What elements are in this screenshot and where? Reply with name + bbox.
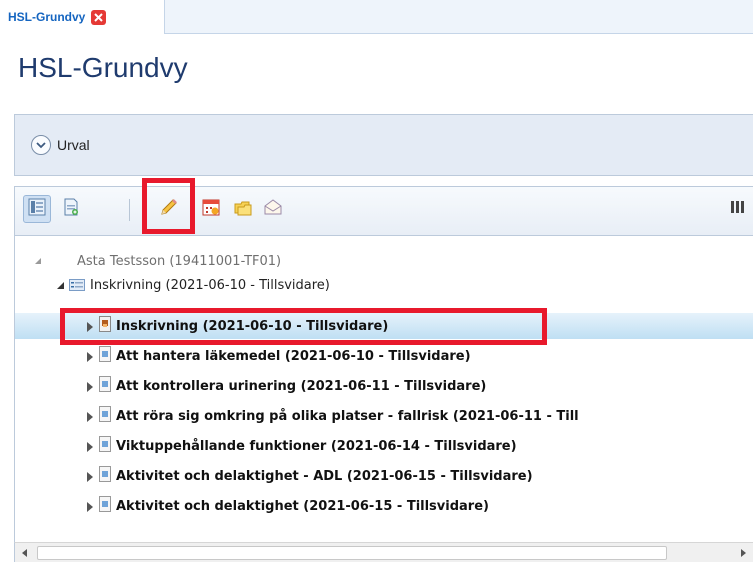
document-view-button[interactable] bbox=[57, 195, 85, 223]
tab-hsl-grundvy[interactable]: HSL-Grundvy bbox=[0, 0, 165, 34]
tree-node-patient[interactable]: Asta Testsson (19411001-TF01) bbox=[15, 248, 753, 274]
document-icon bbox=[99, 346, 111, 366]
tree-node-child[interactable]: Att kontrollera urinering (2021-06-11 - … bbox=[15, 373, 753, 399]
document-lock-icon bbox=[99, 316, 111, 336]
collapsed-arrow-icon[interactable] bbox=[83, 439, 97, 453]
list-view-button[interactable] bbox=[23, 195, 51, 223]
tree-node-label: Aktivitet och delaktighet (2021-06-15 - … bbox=[116, 498, 489, 514]
tree-node-label: Inskrivning (2021-06-10 - Tillsvidare) bbox=[116, 318, 389, 334]
tree-node-child[interactable]: Viktuppehållande funktioner (2021-06-14 … bbox=[15, 433, 753, 459]
journal-list-icon bbox=[69, 276, 85, 295]
expanded-arrow-icon[interactable] bbox=[53, 278, 67, 292]
tab-strip: HSL-Grundvy bbox=[0, 0, 753, 34]
filter-panel: Urval bbox=[14, 114, 753, 176]
document-icon bbox=[99, 406, 111, 426]
tree-node-child[interactable]: Att hantera läkemedel (2021-06-10 - Till… bbox=[15, 343, 753, 369]
envelope-icon bbox=[263, 197, 283, 221]
collapsed-arrow-icon[interactable] bbox=[83, 379, 97, 393]
tree-node-child[interactable]: Inskrivning (2021-06-10 - Tillsvidare) bbox=[15, 313, 753, 339]
tree-node-label: Att kontrollera urinering (2021-06-11 - … bbox=[116, 378, 487, 394]
scroll-left-arrow-icon[interactable] bbox=[15, 543, 35, 562]
tree-node-label: Asta Testsson (19411001-TF01) bbox=[77, 253, 282, 269]
document-icon bbox=[99, 496, 111, 516]
collapsed-arrow-icon[interactable] bbox=[83, 469, 97, 483]
tree-node-label: Aktivitet och delaktighet - ADL (2021-06… bbox=[116, 468, 533, 484]
scroll-right-arrow-icon[interactable] bbox=[733, 543, 753, 562]
chevron-down-icon[interactable] bbox=[31, 135, 51, 155]
folders-button[interactable] bbox=[229, 195, 257, 223]
columns-button[interactable] bbox=[723, 195, 751, 223]
urval-label: Urval bbox=[57, 137, 90, 153]
envelope-button[interactable] bbox=[259, 195, 287, 223]
folders-icon bbox=[233, 197, 253, 221]
collapsed-arrow-icon[interactable] bbox=[83, 349, 97, 363]
tree-node-label: Att röra sig omkring på olika platser - … bbox=[116, 408, 579, 424]
close-icon[interactable] bbox=[91, 9, 107, 25]
horizontal-scrollbar[interactable] bbox=[14, 542, 753, 562]
document-view-icon bbox=[61, 197, 81, 221]
edit-button[interactable] bbox=[155, 195, 183, 223]
page-title: HSL-Grundvy bbox=[18, 52, 188, 83]
tree-node-label: Viktuppehållande funktioner (2021-06-14 … bbox=[116, 438, 517, 454]
toolbar-separator bbox=[129, 199, 130, 221]
tree-node-label: Inskrivning (2021-06-10 - Tillsvidare) bbox=[90, 277, 330, 293]
expanded-arrow-icon[interactable] bbox=[31, 254, 45, 268]
collapsed-arrow-icon[interactable] bbox=[83, 499, 97, 513]
tree-node-label: Att hantera läkemedel (2021-06-10 - Till… bbox=[116, 348, 471, 364]
tree-node-child[interactable]: Aktivitet och delaktighet - ADL (2021-06… bbox=[15, 463, 753, 489]
tree-node-child[interactable]: Att röra sig omkring på olika platser - … bbox=[15, 403, 753, 429]
tree-node-child[interactable]: Aktivitet och delaktighet (2021-06-15 - … bbox=[15, 493, 753, 519]
pencil-edit-icon bbox=[158, 196, 180, 222]
calendar-button[interactable] bbox=[197, 195, 225, 223]
document-icon bbox=[99, 466, 111, 486]
scrollbar-thumb[interactable] bbox=[37, 546, 667, 560]
columns-icon bbox=[730, 199, 744, 219]
list-view-icon bbox=[27, 197, 47, 221]
tab-title: HSL-Grundvy bbox=[8, 10, 86, 24]
calendar-icon bbox=[201, 197, 221, 221]
tree-view: Asta Testsson (19411001-TF01) Inskrivnin… bbox=[14, 236, 753, 542]
toolbar bbox=[14, 178, 753, 236]
document-icon bbox=[99, 376, 111, 396]
urval-toggle-button[interactable]: Urval bbox=[31, 135, 90, 155]
collapsed-arrow-icon[interactable] bbox=[83, 409, 97, 423]
tree-node-inskrivning-group[interactable]: Inskrivning (2021-06-10 - Tillsvidare) bbox=[15, 272, 753, 298]
document-icon bbox=[99, 436, 111, 456]
collapsed-arrow-icon[interactable] bbox=[83, 319, 97, 333]
